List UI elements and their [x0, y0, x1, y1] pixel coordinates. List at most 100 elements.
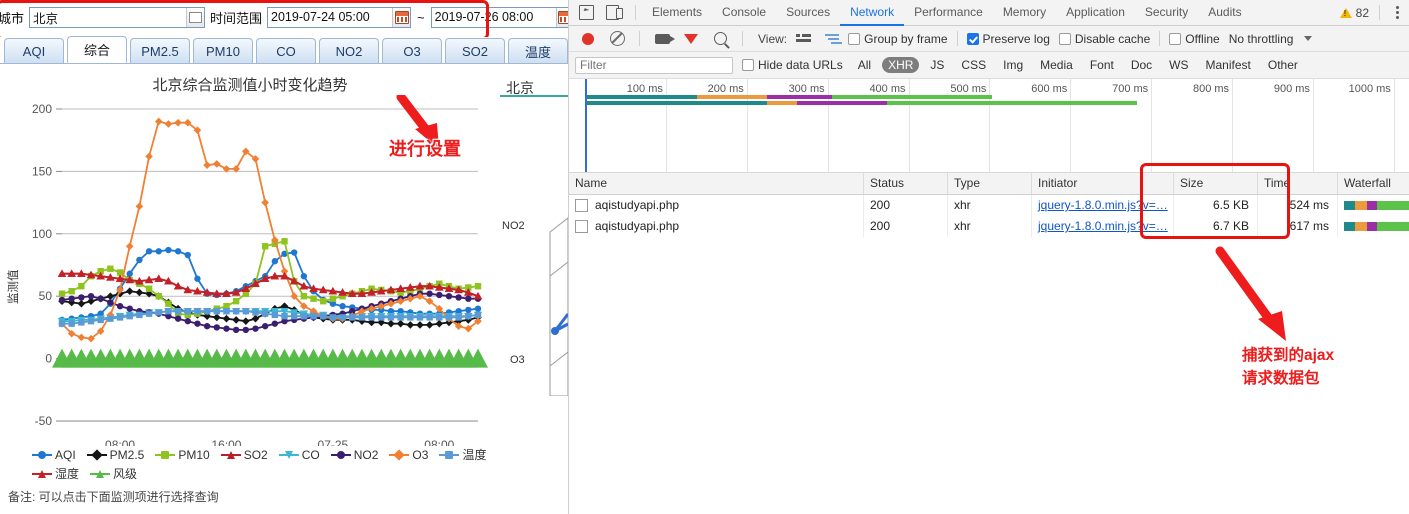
search-icon[interactable] — [707, 27, 733, 51]
legend-item-so2[interactable]: SO2 — [220, 446, 268, 463]
overview-bar-segment — [767, 95, 832, 99]
disable-cache-checkbox[interactable]: Disable cache — [1058, 31, 1151, 46]
table-row[interactable]: aqistudyapi.php 200 xhr jquery-1.8.0.min.js… — [569, 216, 1409, 237]
hide-data-urls-label: Hide data URLs — [758, 58, 843, 72]
disable-cache-label: Disable cache — [1074, 31, 1151, 46]
filter-type-js[interactable]: JS — [924, 57, 950, 73]
legend-label: NO2 — [353, 447, 379, 462]
calendar-icon-end[interactable] — [555, 7, 568, 27]
grid-picker-icon[interactable] — [186, 7, 205, 27]
filter-type-all[interactable]: All — [852, 57, 877, 73]
column-header-size[interactable]: Size — [1174, 173, 1258, 194]
legend-item-[interactable]: 湿度 — [32, 465, 79, 482]
clear-icon[interactable] — [604, 27, 630, 51]
column-header-time[interactable]: Time — [1258, 173, 1338, 194]
legend-item-o3[interactable]: O3 — [389, 446, 428, 463]
devtools-tab-console[interactable]: Console — [712, 0, 776, 26]
filter-type-css[interactable]: CSS — [955, 57, 992, 73]
metric-tab-co[interactable]: CO — [256, 38, 316, 63]
filter-input[interactable] — [575, 56, 733, 74]
metric-tab-[interactable]: 综合 — [67, 36, 127, 63]
devtools-tab-sources[interactable]: Sources — [776, 0, 840, 26]
group-by-frame-box[interactable] — [848, 32, 861, 45]
preserve-log-checkbox[interactable]: Preserve log — [966, 32, 1050, 46]
request-initiator-cell[interactable]: jquery-1.8.0.min.js?v=… — [1032, 216, 1174, 237]
warning-count: 82 — [1355, 5, 1369, 20]
network-overview[interactable]: 100 ms 200 ms 300 ms 400 ms 500 ms 600 ms 700 … — [569, 79, 1409, 173]
metric-tab-o3[interactable]: O3 — [382, 38, 442, 63]
metric-tab-pm10[interactable]: PM10 — [193, 38, 253, 63]
overview-tick: 600 ms — [1031, 79, 1072, 172]
chevron-down-icon[interactable] — [1304, 36, 1313, 41]
devtools-tab-memory[interactable]: Memory — [993, 0, 1056, 26]
legend-item-co[interactable]: CO — [278, 446, 320, 463]
offline-box[interactable] — [1169, 32, 1182, 45]
devtools-tab-performance[interactable]: Performance — [904, 0, 993, 26]
column-header-waterfall[interactable]: Waterfall — [1338, 173, 1409, 194]
request-initiator-link[interactable]: jquery-1.8.0.min.js?v=… — [1038, 198, 1168, 212]
metric-tab-pm2.5[interactable]: PM2.5 — [130, 38, 190, 63]
hide-data-urls-box[interactable] — [742, 59, 754, 71]
filter-type-xhr[interactable]: XHR — [882, 57, 920, 73]
start-date-field[interactable] — [267, 6, 412, 28]
devtools-tab-network[interactable]: Network — [840, 0, 905, 26]
table-row[interactable]: aqistudyapi.php 200 xhr jquery-1.8.0.min.js… — [569, 195, 1409, 216]
request-name-cell[interactable]: aqistudyapi.php — [569, 216, 864, 237]
request-initiator-link[interactable]: jquery-1.8.0.min.js?v=… — [1038, 219, 1168, 233]
city-field[interactable] — [29, 6, 206, 28]
legend-item-no2[interactable]: NO2 — [330, 446, 379, 463]
warning-badge[interactable]: 82 — [1339, 5, 1369, 20]
request-checkbox[interactable] — [575, 220, 588, 233]
filter-type-manifest[interactable]: Manifest — [1200, 57, 1257, 73]
metric-tab-no2[interactable]: NO2 — [319, 38, 379, 63]
devtools-tab-elements[interactable]: Elements — [642, 0, 712, 26]
city-input[interactable] — [30, 7, 187, 27]
y-axis-tick-label: -50 — [35, 414, 53, 428]
record-button[interactable] — [575, 27, 601, 51]
request-checkbox[interactable] — [575, 199, 588, 212]
start-date-input[interactable] — [268, 7, 393, 27]
group-by-frame-checkbox[interactable]: Group by frame — [848, 32, 948, 46]
overview-tick-label: 900 ms — [1273, 83, 1310, 95]
metric-tab-[interactable]: 温度 — [508, 38, 568, 63]
devtools-tab-audits[interactable]: Audits — [1198, 0, 1251, 26]
legend-item-pm10[interactable]: PM10 — [155, 446, 210, 463]
filter-type-img[interactable]: Img — [997, 57, 1029, 73]
legend-item-aqi[interactable]: AQI — [32, 446, 76, 463]
filter-type-font[interactable]: Font — [1084, 57, 1120, 73]
filter-type-media[interactable]: Media — [1034, 57, 1079, 73]
throttling-value[interactable]: No throttling — [1229, 32, 1294, 46]
overview-tick: 400 ms — [869, 79, 910, 172]
column-header-name[interactable]: Name — [569, 173, 864, 194]
waterfall-view-icon[interactable] — [819, 27, 845, 51]
capture-screenshots-icon[interactable] — [649, 27, 675, 51]
filter-type-doc[interactable]: Doc — [1125, 57, 1158, 73]
legend-item-pm2.5[interactable]: PM2.5 — [86, 446, 144, 463]
offline-checkbox[interactable]: Offline — [1169, 32, 1220, 46]
inspect-element-icon[interactable] — [573, 1, 599, 25]
calendar-icon-start[interactable] — [392, 7, 411, 27]
column-header-status[interactable]: Status — [864, 173, 948, 194]
filter-icon[interactable] — [678, 27, 704, 57]
column-header-initiator[interactable]: Initiator — [1032, 173, 1174, 194]
end-date-field[interactable] — [430, 6, 568, 28]
preserve-log-box[interactable] — [966, 32, 979, 45]
filter-type-other[interactable]: Other — [1262, 57, 1304, 73]
metric-tab-aqi[interactable]: AQI — [4, 38, 64, 63]
device-toolbar-icon[interactable] — [599, 1, 629, 25]
column-header-type[interactable]: Type — [948, 173, 1032, 194]
request-initiator-cell[interactable]: jquery-1.8.0.min.js?v=… — [1032, 195, 1174, 216]
end-date-input[interactable] — [431, 7, 556, 27]
list-view-icon[interactable] — [790, 27, 816, 51]
legend-item-[interactable]: 温度 — [439, 446, 486, 463]
more-options-icon[interactable] — [1390, 5, 1404, 21]
legend-label: 温度 — [462, 448, 487, 462]
disable-cache-box[interactable] — [1058, 32, 1071, 45]
request-name-cell[interactable]: aqistudyapi.php — [569, 195, 864, 216]
filter-type-ws[interactable]: WS — [1163, 57, 1194, 73]
metric-tab-so2[interactable]: SO2 — [445, 38, 505, 63]
devtools-tab-application[interactable]: Application — [1056, 0, 1135, 26]
devtools-tab-security[interactable]: Security — [1135, 0, 1198, 26]
legend-item-[interactable]: 风级 — [90, 465, 137, 482]
hide-data-urls-checkbox[interactable]: Hide data URLs — [742, 58, 843, 72]
